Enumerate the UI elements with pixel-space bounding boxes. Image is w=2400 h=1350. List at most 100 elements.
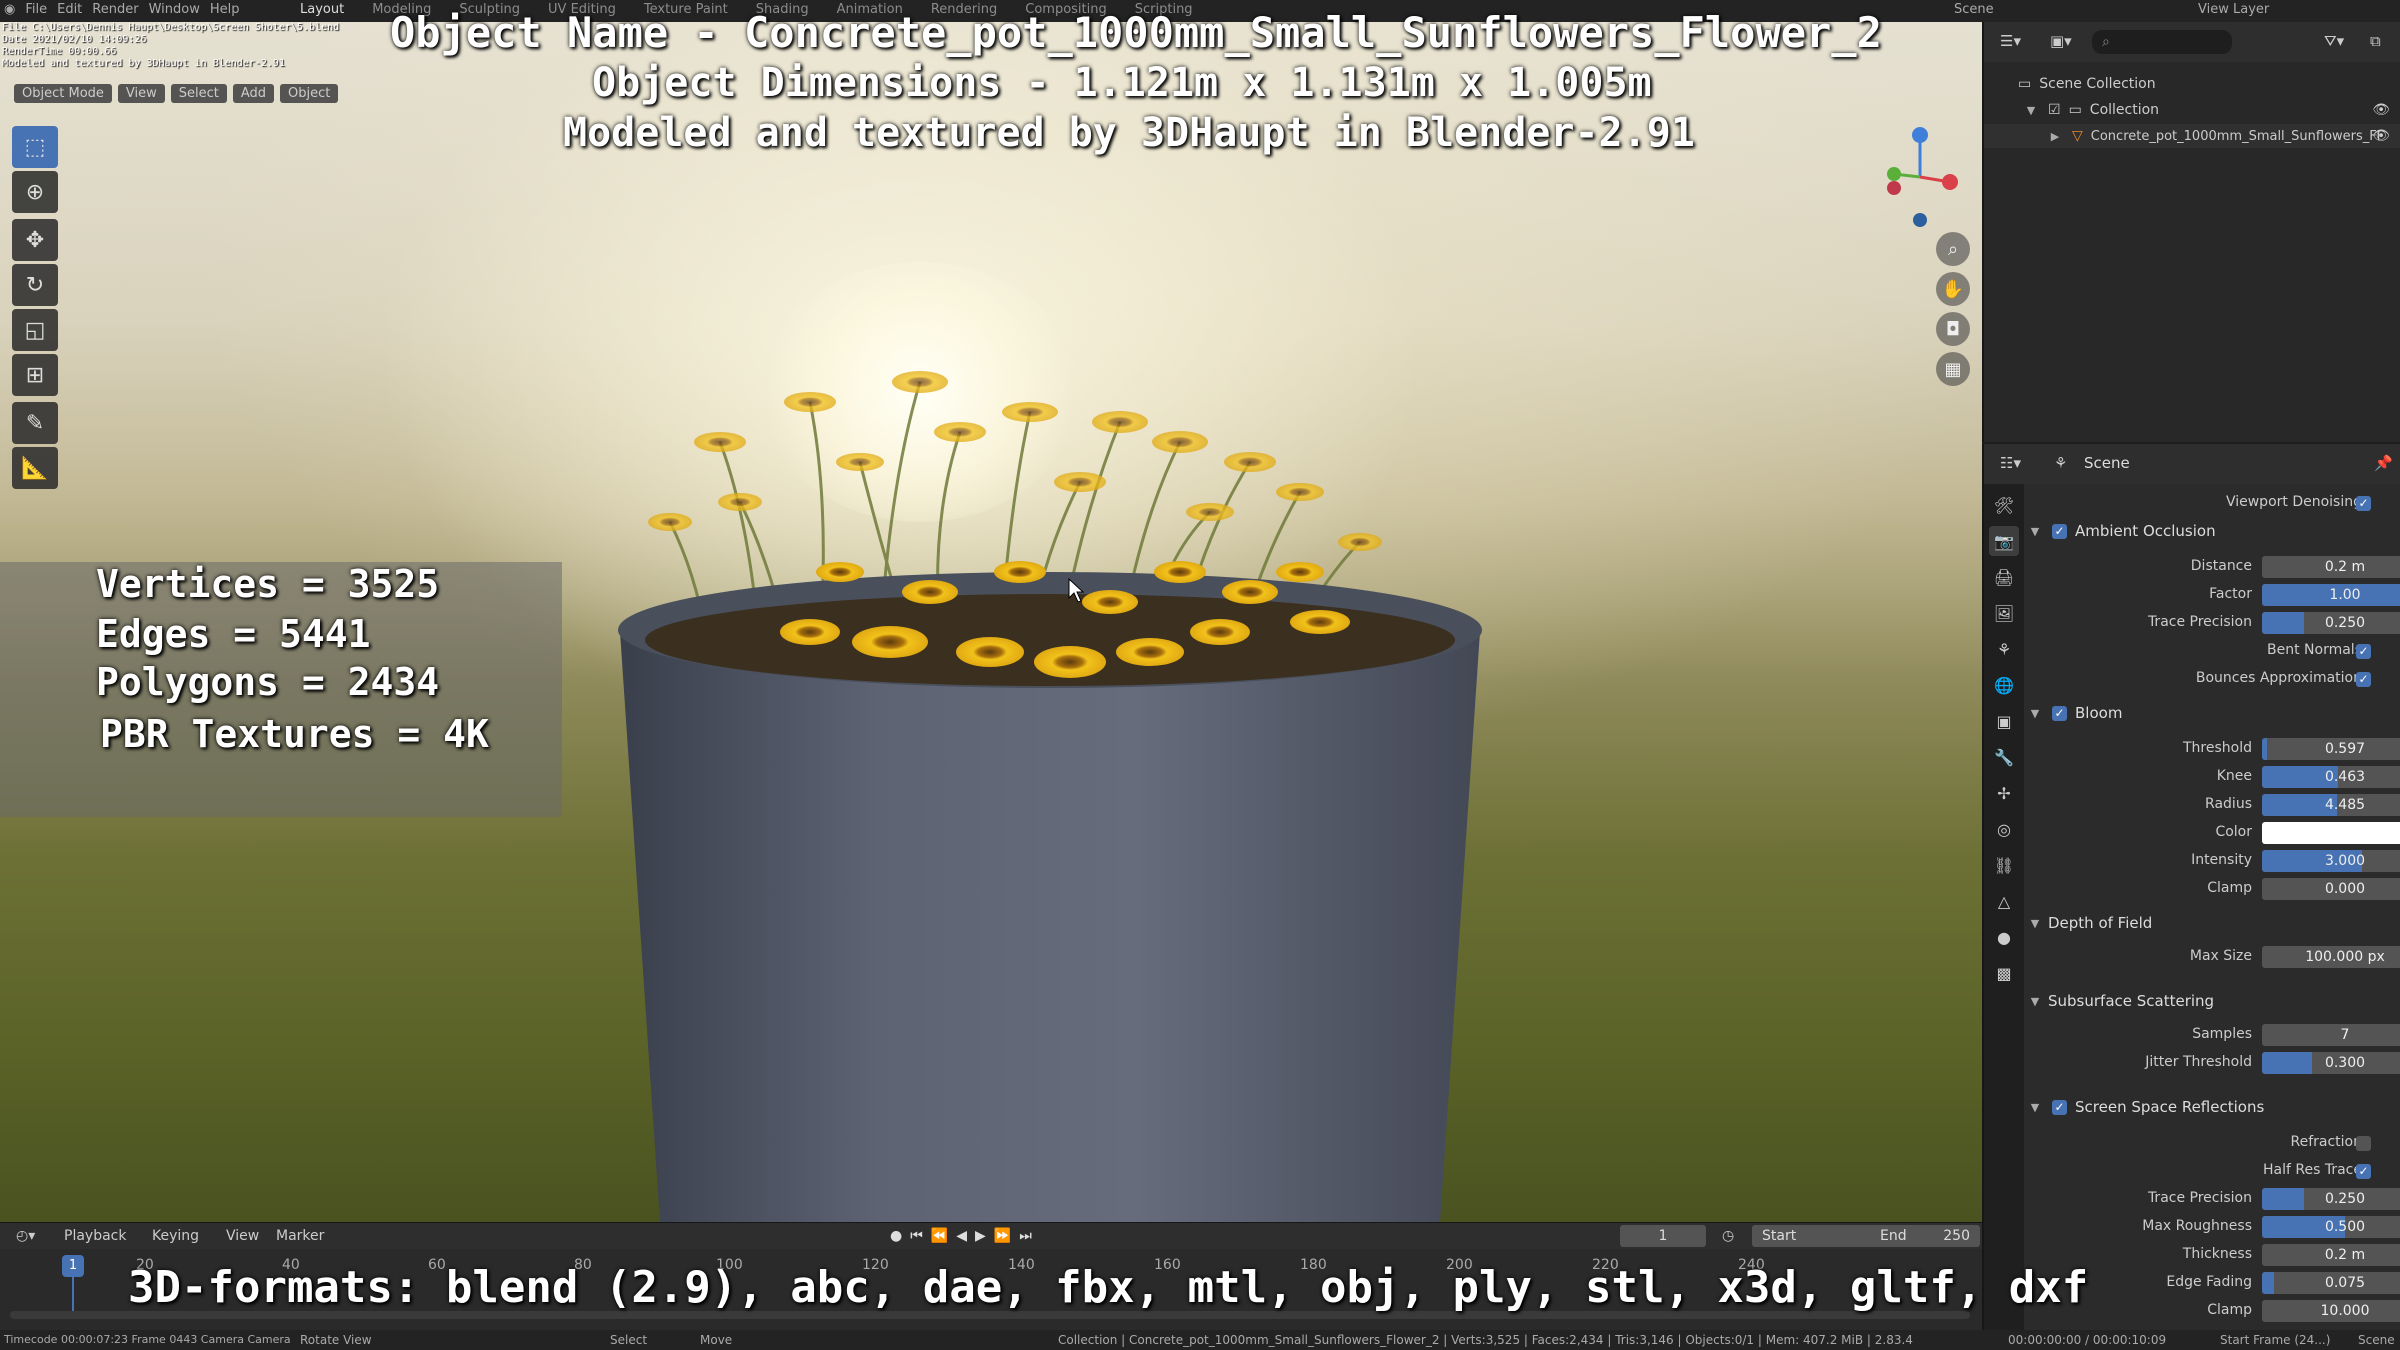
collapse-chevron-icon[interactable]: ▼ (2026, 917, 2044, 930)
measure-icon[interactable]: 📐 (12, 447, 58, 489)
object-tab-icon[interactable]: ▣ (1989, 706, 2019, 736)
expand-chevron-icon[interactable]: ▶ (2046, 130, 2064, 143)
ao-factor-row[interactable]: Factor 1.00 (2024, 582, 2400, 608)
bloom-enable-checkbox[interactable]: ✓ (2052, 705, 2067, 721)
ao-trace-row[interactable]: Trace Precision 0.250 (2024, 610, 2400, 636)
eye-icon[interactable]: 👁 (2372, 128, 2390, 144)
ssr-halfres-checkbox[interactable]: ✓ (2356, 1164, 2371, 1179)
menu-edit[interactable]: Edit (57, 2, 82, 17)
render-tab-icon[interactable]: 📷 (1989, 526, 2019, 556)
eye-icon[interactable]: 👁 (2372, 102, 2390, 118)
transform-icon[interactable]: ⊞ (12, 354, 58, 396)
object-row[interactable]: ▶ ▽ Concrete_pot_1000mm_Small_Sunflowers… (1984, 124, 2400, 148)
grid-icon[interactable]: ▦ (1936, 352, 1970, 386)
end-frame-field[interactable]: End 250 (1870, 1225, 1980, 1247)
scene-collection-row[interactable]: ▭ Scene Collection (1984, 72, 2400, 96)
output-tab-icon[interactable]: 🖨 (1989, 562, 2019, 592)
collapse-chevron-icon[interactable]: ▼ (2026, 995, 2044, 1008)
display-mode-icon[interactable]: ▣▾ (2050, 32, 2072, 50)
bloom-color-row[interactable]: Color (2024, 820, 2400, 846)
select-box-icon[interactable]: ⬚ (12, 126, 58, 168)
ssr-halfres-row[interactable]: Half Res Trace ✓ (2024, 1158, 2400, 1184)
dof-maxsize-row[interactable]: Max Size 100.000 px (2024, 944, 2400, 970)
ssr-refraction-row[interactable]: Refraction (2024, 1130, 2400, 1156)
ssr-rough-row[interactable]: Max Roughness 0.500 (2024, 1214, 2400, 1240)
ao-enable-checkbox[interactable]: ✓ (2052, 523, 2067, 539)
playhead[interactable]: 1 (62, 1255, 84, 1277)
ao-trace-slider[interactable]: 0.250 (2262, 612, 2400, 634)
particles-tab-icon[interactable]: ✢ (1989, 778, 2019, 808)
object-mode-dropdown[interactable]: Object Mode (14, 84, 112, 103)
bloom-color-swatch[interactable] (2262, 822, 2400, 844)
dof-section-header[interactable]: ▼ Depth of Field (2024, 910, 2400, 936)
menu-window[interactable]: Window (149, 2, 200, 17)
playback-menu[interactable]: Playback (64, 1228, 126, 1244)
tool-tab-icon[interactable]: 🛠 (1989, 490, 2019, 520)
ao-distance-field[interactable]: 0.2 m (2262, 556, 2400, 578)
ssr-rough-slider[interactable]: 0.500 (2262, 1216, 2400, 1238)
ao-factor-slider[interactable]: 1.00 (2262, 584, 2400, 606)
ssr-refraction-checkbox[interactable] (2356, 1136, 2371, 1151)
ssr-enable-checkbox[interactable]: ✓ (2052, 1099, 2067, 1115)
bloom-knee-slider[interactable]: 0.463 (2262, 766, 2400, 788)
sss-samples-row[interactable]: Samples 7 (2024, 1022, 2400, 1048)
rotate-icon[interactable]: ↻ (12, 264, 58, 306)
menu-help[interactable]: Help (210, 2, 240, 17)
expand-chevron-icon[interactable]: ▼ (2022, 104, 2040, 117)
ssr-trace-row[interactable]: Trace Precision 0.250 (2024, 1186, 2400, 1212)
bloom-knee-row[interactable]: Knee 0.463 (2024, 764, 2400, 790)
annotate-icon[interactable]: ✎ (12, 402, 58, 444)
sss-jitter-row[interactable]: Jitter Threshold 0.300 (2024, 1050, 2400, 1076)
viewport-denoising-checkbox[interactable]: ✓ (2356, 496, 2371, 511)
clock-icon[interactable]: ◷ (1722, 1228, 1734, 1244)
ao-bent-row[interactable]: Bent Normals ✓ (2024, 638, 2400, 664)
3d-viewport[interactable]: Vertices = 3525 Edges = 5441 Polygons = … (0, 22, 1982, 1222)
collection-row[interactable]: ▼ ☑ ▭ Collection 👁 (1984, 98, 2400, 122)
view-menu-timeline[interactable]: View (226, 1228, 259, 1244)
world-tab-icon[interactable]: 🌐 (1989, 670, 2019, 700)
bloom-intensity-slider[interactable]: 3.000 (2262, 850, 2400, 872)
sss-samples-field[interactable]: 7 (2262, 1024, 2400, 1046)
navigation-gizmo[interactable] (1880, 122, 1960, 232)
blender-logo-icon[interactable]: ◉ (4, 2, 15, 17)
bloom-threshold-row[interactable]: Threshold 0.597 (2024, 736, 2400, 762)
scene-selector[interactable]: Scene (1954, 2, 1994, 17)
bloom-clamp-row[interactable]: Clamp 0.000 (2024, 876, 2400, 902)
pan-hand-icon[interactable]: ✋ (1936, 272, 1970, 306)
tab-layout[interactable]: Layout (300, 2, 344, 17)
move-icon[interactable]: ✥ (12, 219, 58, 261)
new-collection-icon[interactable]: ⧉ (2370, 32, 2381, 50)
properties-editor[interactable]: ☷▾ ⚘ Scene 📌 🛠 📷 🖨 🖼 ⚘ 🌐 ▣ 🔧 ✢ ◎ ⛓ △ ● ▩… (1982, 444, 2400, 1330)
ao-section-header[interactable]: ▼ ✓ Ambient Occlusion (2024, 518, 2400, 544)
current-frame-field[interactable]: 1 (1620, 1225, 1706, 1247)
outliner[interactable]: ☰▾ ▣▾ ⌕ ⛛▾ ⧉ ▭ Scene Collection ▼ ☑ ▭ Col… (1982, 22, 2400, 442)
sss-jitter-slider[interactable]: 0.300 (2262, 1052, 2400, 1074)
add-menu[interactable]: Add (232, 84, 275, 103)
ssr-thick-field[interactable]: 0.2 m (2262, 1244, 2400, 1266)
bloom-radius-slider[interactable]: 4.485 (2262, 794, 2400, 816)
modifier-tab-icon[interactable]: 🔧 (1989, 742, 2019, 772)
keying-menu[interactable]: Keying (152, 1228, 199, 1244)
view-layer-selector[interactable]: View Layer (2198, 2, 2269, 17)
bloom-section-header[interactable]: ▼ ✓ Bloom (2024, 700, 2400, 726)
select-menu[interactable]: Select (170, 84, 227, 103)
pin-icon[interactable]: 📌 (2374, 454, 2393, 472)
ssr-trace-slider[interactable]: 0.250 (2262, 1188, 2400, 1210)
bloom-threshold-slider[interactable]: 0.597 (2262, 738, 2400, 760)
scale-icon[interactable]: ◱ (12, 309, 58, 351)
editor-type-icon[interactable]: ◴▾ (16, 1228, 35, 1244)
object-menu[interactable]: Object (280, 84, 339, 103)
outliner-type-icon[interactable]: ☰▾ (2000, 32, 2021, 50)
zoom-icon[interactable]: ⌕ (1936, 232, 1970, 266)
menu-file[interactable]: File (25, 2, 47, 17)
collapse-chevron-icon[interactable]: ▼ (2026, 707, 2044, 720)
properties-type-icon[interactable]: ☷▾ (2000, 454, 2021, 472)
view-menu[interactable]: View (117, 84, 165, 103)
start-frame-field[interactable]: Start1 (1752, 1225, 1888, 1247)
viewport-denoising-row[interactable]: Viewport Denoising ✓ (2024, 490, 2400, 516)
data-tab-icon[interactable]: △ (1989, 886, 2019, 916)
filter-icon[interactable]: ⛛▾ (2324, 32, 2344, 50)
texture-tab-icon[interactable]: ▩ (1989, 958, 2019, 988)
ao-distance-row[interactable]: Distance 0.2 m (2024, 554, 2400, 580)
ao-bent-checkbox[interactable]: ✓ (2356, 644, 2371, 659)
